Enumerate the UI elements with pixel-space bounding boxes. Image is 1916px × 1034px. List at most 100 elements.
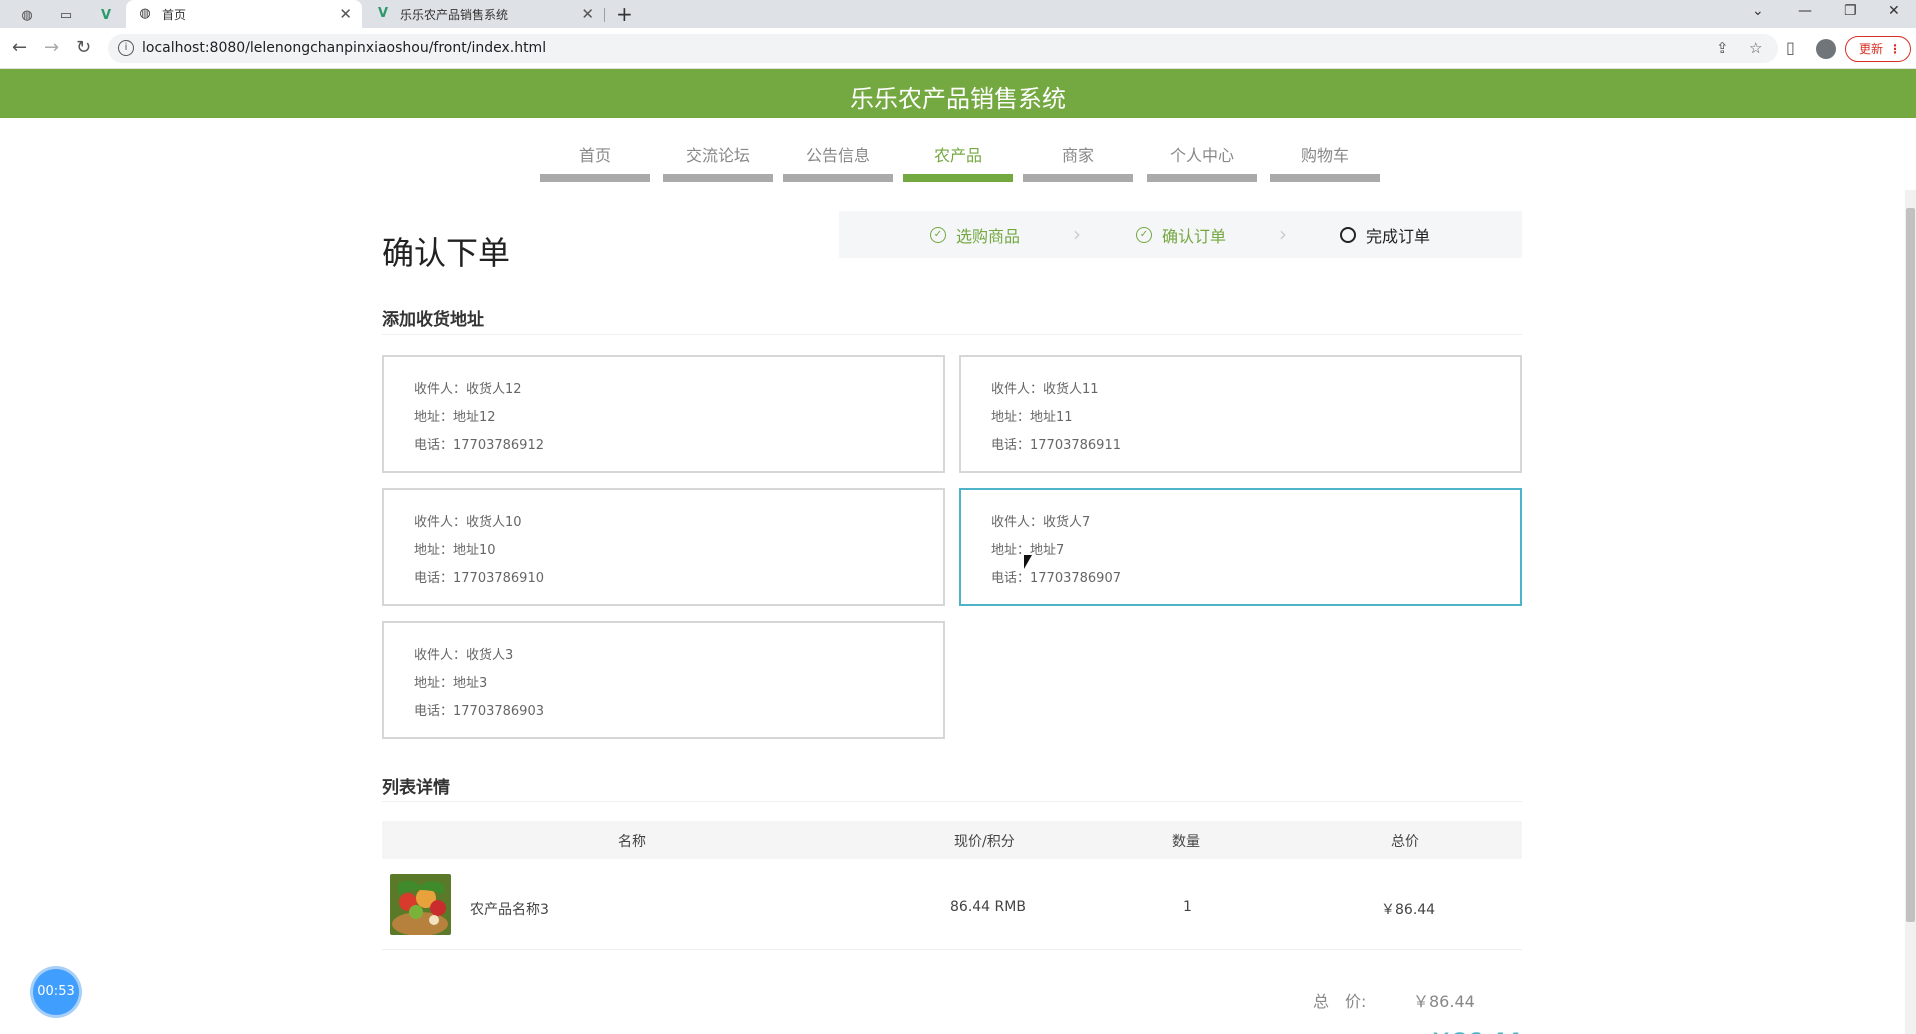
address-card[interactable]: 收件人：收货人12 地址：地址12 电话：17703786912 <box>382 355 945 473</box>
address-bar[interactable]: i localhost:8080/lelenongchanpinxiaoshou… <box>108 34 1778 63</box>
close-icon[interactable]: ✕ <box>339 5 352 23</box>
product-image[interactable] <box>390 874 451 935</box>
step-select-goods: ✓ 选购商品 <box>930 223 1020 247</box>
site-title: 乐乐农产品销售系统 <box>850 85 1066 113</box>
minimize-icon[interactable]: — <box>1798 3 1812 19</box>
order-steps: ✓ 选购商品 › ✓ 确认订单 › 完成订单 <box>839 211 1522 258</box>
nav-label: 商家 <box>1061 146 1094 165</box>
vue-icon[interactable]: V <box>95 4 117 26</box>
step-complete-order: 完成订单 <box>1340 223 1430 247</box>
column-header-name: 名称 <box>618 834 646 850</box>
nav-cart[interactable]: 购物车 <box>1270 140 1380 182</box>
column-header-total: 总价 <box>1391 834 1419 850</box>
address-card[interactable]: 收件人：收货人11 地址：地址11 电话：17703786911 <box>959 355 1522 473</box>
address-section-title: 添加收货地址 <box>382 310 484 330</box>
total-value: ￥86.44 <box>1413 992 1475 1011</box>
browser-toolbar: ← → ↻ i localhost:8080/lelenongchanpinxi… <box>0 28 1916 69</box>
nav-label: 交流论坛 <box>685 146 750 165</box>
new-tab-button[interactable]: + <box>616 2 633 26</box>
chevron-right-icon: › <box>1073 222 1081 246</box>
bookmark-star-icon[interactable]: ☆ <box>1749 39 1762 57</box>
tab-home[interactable]: ◍ 首页 ✕ <box>126 0 362 28</box>
address-text: 地址：地址11 <box>991 410 1073 425</box>
url-text[interactable]: localhost:8080/lelenongchanpinxiaoshou/f… <box>142 40 546 56</box>
address-phone: 电话：17703786907 <box>991 571 1121 586</box>
total-label: 总 价: <box>1313 992 1367 1011</box>
tab-label: 乐乐农产品销售系统 <box>400 7 509 22</box>
address-text: 地址：地址3 <box>414 676 488 691</box>
update-label: 更新 <box>1859 42 1884 56</box>
update-button[interactable]: 更新 ⋮ <box>1845 36 1911 62</box>
address-card[interactable]: 收件人：收货人10 地址：地址10 电话：17703786910 <box>382 488 945 606</box>
blank-tab-icon[interactable]: ▭ <box>55 4 77 26</box>
nav-underline <box>903 174 1013 182</box>
product-name: 农产品名称3 <box>470 902 549 918</box>
nav-home[interactable]: 首页 <box>540 140 650 182</box>
address-receiver: 收件人：收货人7 <box>991 515 1091 530</box>
close-window-icon[interactable]: ✕ <box>1888 3 1900 19</box>
nav-forum[interactable]: 交流论坛 <box>663 140 773 182</box>
nav-label: 首页 <box>578 146 611 165</box>
nav-underline <box>1147 174 1257 182</box>
product-price: 86.44 RMB <box>950 899 1026 915</box>
scrollbar-thumb[interactable] <box>1906 208 1915 922</box>
site-header: 乐乐农产品销售系统 <box>0 69 1916 118</box>
menu-dots-icon: ⋮ <box>1889 42 1901 56</box>
close-icon[interactable]: ✕ <box>581 5 594 23</box>
nav-notices[interactable]: 公告信息 <box>783 140 893 182</box>
address-phone: 电话：17703786903 <box>414 704 544 719</box>
page-title: 确认下单 <box>382 234 511 272</box>
back-icon[interactable]: ← <box>12 37 27 58</box>
browser-tabstrip: ◍ ▭ V ◍ 首页 ✕ V 乐乐农产品销售系统 ✕ + ⌄ — ❐ ✕ <box>0 0 1916 28</box>
nav-underline <box>1023 174 1133 182</box>
address-card-selected[interactable]: 收件人：收货人7 地址：地址7 电话：17703786907 <box>959 488 1522 606</box>
product-total: ￥86.44 <box>1381 902 1436 918</box>
check-circle-icon: ✓ <box>1136 227 1152 243</box>
info-icon[interactable]: i <box>118 40 134 56</box>
address-text: 地址：地址12 <box>414 410 496 425</box>
product-quantity: 1 <box>1183 899 1192 915</box>
column-header-price: 现价/积分 <box>954 834 1015 850</box>
globe-icon[interactable]: ◍ <box>16 4 38 26</box>
step-label: 选购商品 <box>956 227 1021 246</box>
circle-icon <box>1340 227 1356 243</box>
address-phone: 电话：17703786911 <box>991 438 1121 453</box>
nav-label: 农产品 <box>933 146 982 165</box>
side-panel-icon[interactable]: ▯ <box>1786 38 1795 57</box>
address-receiver: 收件人：收货人10 <box>414 515 522 530</box>
restore-icon[interactable]: ❐ <box>1844 3 1857 19</box>
nav-underline <box>663 174 773 182</box>
profile-avatar-icon[interactable] <box>1816 39 1836 59</box>
nav-underline <box>783 174 893 182</box>
nav-underline <box>1270 174 1380 182</box>
address-phone: 电话：17703786910 <box>414 571 544 586</box>
nav-profile[interactable]: 个人中心 <box>1147 140 1257 182</box>
share-icon[interactable]: ⇪ <box>1716 39 1729 57</box>
list-section-title: 列表详情 <box>382 778 450 798</box>
address-card[interactable]: 收件人：收货人3 地址：地址3 电话：17703786903 <box>382 621 945 739</box>
timer-badge[interactable]: 00:53 <box>33 969 79 1015</box>
address-text: 地址：地址10 <box>414 543 496 558</box>
chevron-right-icon: › <box>1279 222 1287 246</box>
vue-icon: V <box>377 6 389 21</box>
address-phone: 电话：17703786912 <box>414 438 544 453</box>
forward-icon[interactable]: → <box>44 37 59 58</box>
step-confirm-order: ✓ 确认订单 <box>1136 223 1226 247</box>
nav-products[interactable]: 农产品 <box>903 140 1013 182</box>
column-header-qty: 数量 <box>1172 834 1200 850</box>
payable-value: ￥86.44 <box>1430 1024 1522 1034</box>
globe-icon: ◍ <box>139 6 151 21</box>
tab-system[interactable]: V 乐乐农产品销售系统 ✕ <box>364 0 604 28</box>
address-receiver: 收件人：收货人12 <box>414 382 522 397</box>
tab-label: 首页 <box>162 7 187 22</box>
table-header: 名称 现价/积分 数量 总价 <box>382 821 1522 859</box>
tab-search-icon[interactable]: ⌄ <box>1752 3 1764 19</box>
step-label: 完成订单 <box>1366 227 1431 246</box>
nav-label: 个人中心 <box>1169 146 1234 165</box>
nav-merchants[interactable]: 商家 <box>1023 140 1133 182</box>
reload-icon[interactable]: ↻ <box>76 37 91 58</box>
check-circle-icon: ✓ <box>930 227 946 243</box>
address-receiver: 收件人：收货人11 <box>991 382 1099 397</box>
nav-label: 公告信息 <box>805 146 870 165</box>
address-receiver: 收件人：收货人3 <box>414 648 514 663</box>
